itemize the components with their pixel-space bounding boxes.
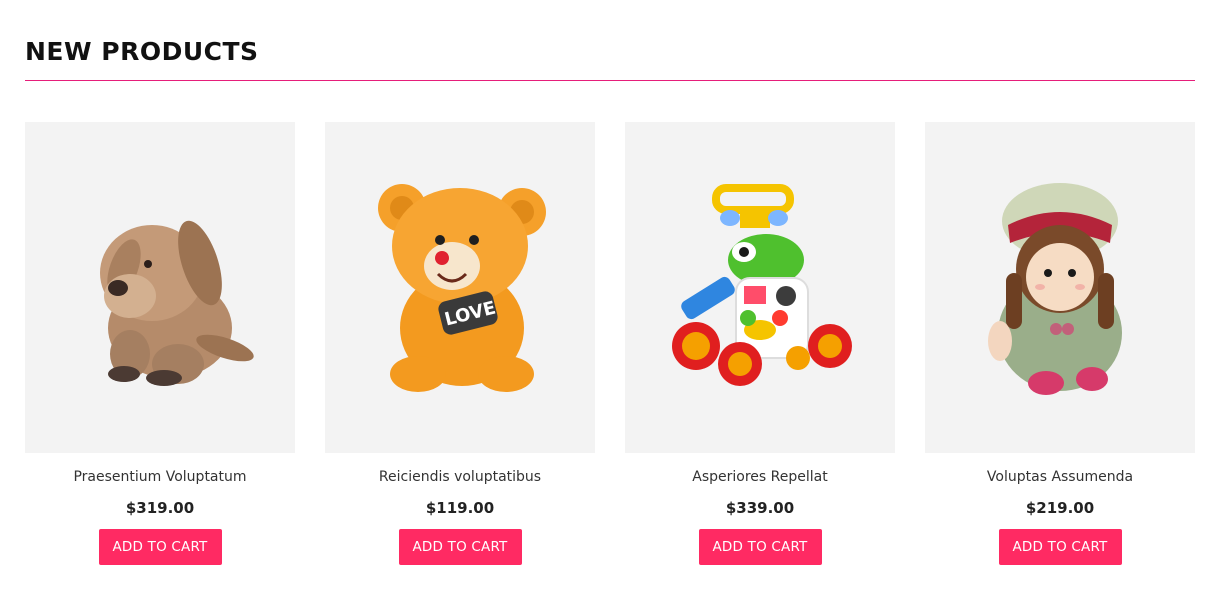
product-image-teddy[interactable]: LOVE xyxy=(325,122,595,453)
product-price: $119.00 xyxy=(425,499,495,517)
product-price: $219.00 xyxy=(1025,499,1095,517)
product-card: Voluptas Assumenda $219.00 ADD TO CART xyxy=(925,122,1195,565)
product-image-walker[interactable] xyxy=(625,122,895,453)
product-name[interactable]: Praesentium Voluptatum xyxy=(73,468,246,486)
plush-dog-image xyxy=(100,220,254,386)
add-to-cart-button[interactable]: ADD TO CART xyxy=(998,529,1122,565)
new-products-section: NEW PRODUCTS Praesentium Voluptatum $319… xyxy=(0,0,1227,613)
teddy-bear-image: LOVE xyxy=(378,183,546,392)
product-price: $339.00 xyxy=(725,499,795,517)
product-card: Praesentium Voluptatum $319.00 ADD TO CA… xyxy=(25,122,295,565)
add-to-cart-button[interactable]: ADD TO CART xyxy=(398,529,522,565)
title-divider xyxy=(25,80,1195,81)
baby-walker-image xyxy=(672,183,852,386)
product-grid: Praesentium Voluptatum $319.00 ADD TO CA… xyxy=(25,122,1195,565)
product-price: $319.00 xyxy=(125,499,195,517)
product-name[interactable]: Asperiores Repellat xyxy=(692,468,827,486)
product-card: LOVE Reiciendis voluptatibus $119.00 ADD… xyxy=(325,122,595,565)
product-image-doll[interactable] xyxy=(925,122,1195,453)
rag-doll-image xyxy=(988,182,1122,395)
product-name[interactable]: Reiciendis voluptatibus xyxy=(379,468,541,486)
product-card: Asperiores Repellat $339.00 ADD TO CART xyxy=(625,122,895,565)
section-title: NEW PRODUCTS xyxy=(25,37,259,66)
product-image-dog[interactable] xyxy=(25,122,295,453)
add-to-cart-button[interactable]: ADD TO CART xyxy=(698,529,822,565)
product-name[interactable]: Voluptas Assumenda xyxy=(987,468,1133,486)
add-to-cart-button[interactable]: ADD TO CART xyxy=(98,529,222,565)
